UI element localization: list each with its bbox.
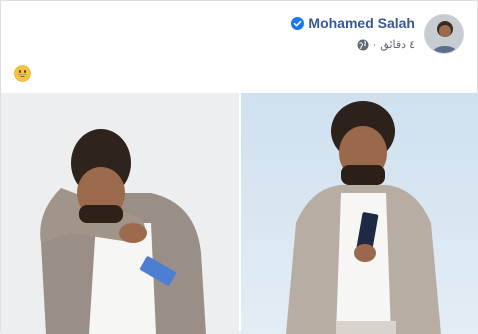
author-header: Mohamed Salah — [291, 15, 415, 31]
author-avatar[interactable] — [424, 14, 464, 54]
photo-left-image — [1, 93, 239, 334]
globe-icon[interactable] — [357, 39, 369, 51]
facebook-post: Mohamed Salah · ٤ دقائق — [0, 0, 478, 334]
author-name-link[interactable]: Mohamed Salah — [308, 15, 415, 31]
post-photo-right[interactable] — [241, 93, 478, 334]
post-timestamp-link[interactable]: ٤ دقائق — [380, 38, 415, 51]
verified-badge-icon — [291, 16, 305, 30]
post-meta: · ٤ دقائق — [357, 38, 415, 51]
post-photo-left[interactable] — [1, 93, 239, 334]
photo-right-image — [241, 93, 478, 334]
grinning-face-emoji-icon — [14, 65, 31, 82]
avatar-image — [425, 15, 463, 53]
meta-separator: · — [372, 38, 377, 51]
